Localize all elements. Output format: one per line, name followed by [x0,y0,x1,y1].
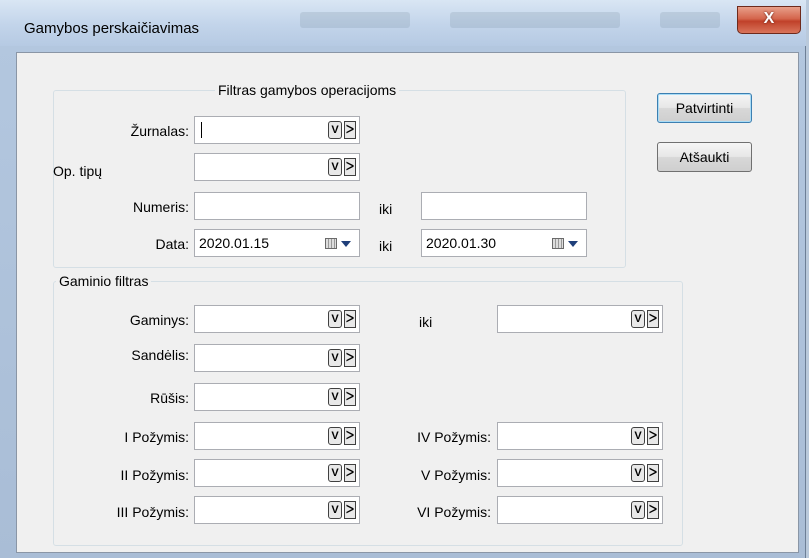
attr3-label: III Požymis: [116,504,189,520]
number-to-label: iki [379,201,393,217]
op-type-combo[interactable]: V ᐳ [194,153,360,181]
next-arrow-icon[interactable]: ᐳ [344,310,356,328]
next-arrow-icon[interactable]: ᐳ [344,121,356,139]
date-to-picker[interactable]: 2020.01.30 [421,229,587,257]
background-ghost [450,12,620,28]
attr2-combo[interactable]: V ᐳ [194,459,360,487]
filter-dropdown-icon[interactable]: V [328,158,342,176]
next-arrow-icon[interactable]: ᐳ [344,388,356,406]
attr1-combo[interactable]: V ᐳ [194,422,360,450]
title-bar[interactable]: Gamybos perskaičiavimas X [0,0,806,46]
warehouse-label: Sandėlis: [131,347,189,363]
type-combo[interactable]: V ᐳ [194,383,360,411]
confirm-button[interactable]: Patvirtinti [657,93,752,123]
filter-dropdown-icon[interactable]: V [631,464,645,482]
attr1-label: I Požymis: [124,429,189,445]
dialog-window: Gamybos perskaičiavimas X Patvirtinti At… [0,0,806,558]
attr5-combo[interactable]: V ᐳ [497,459,663,487]
calendar-icon[interactable] [325,238,337,249]
product-label: Gaminys: [129,312,189,328]
attr2-label: II Požymis: [120,467,189,483]
dialog-client-area: Patvirtinti Atšaukti Filtras gamybos ope… [16,52,799,553]
filter-dropdown-icon[interactable]: V [328,349,342,367]
filter-dropdown-icon[interactable]: V [328,427,342,445]
date-from-value: 2020.01.15 [199,235,270,251]
product-to-label: iki [419,314,433,330]
attr6-combo[interactable]: V ᐳ [497,496,663,524]
attr4-combo[interactable]: V ᐳ [497,422,663,450]
next-arrow-icon[interactable]: ᐳ [344,158,356,176]
attr3-combo[interactable]: V ᐳ [194,496,360,524]
calendar-icon[interactable] [552,238,564,249]
number-to-input[interactable] [421,192,587,220]
date-to-label: iki [379,238,393,254]
chevron-down-icon[interactable] [568,241,578,247]
operations-filter-title: Filtras gamybos operacijoms [215,82,400,98]
filter-dropdown-icon[interactable]: V [328,464,342,482]
product-filter-title: Gaminio filtras [56,273,152,289]
journal-combo[interactable]: V ᐳ [194,116,360,144]
filter-dropdown-icon[interactable]: V [631,427,645,445]
date-from-picker[interactable]: 2020.01.15 [194,229,360,257]
window-title: Gamybos perskaičiavimas [24,20,200,37]
date-label: Data: [155,236,189,252]
op-type-label: Op. tipų [53,163,103,179]
number-label: Numeris: [132,199,189,215]
filter-dropdown-icon[interactable]: V [328,310,342,328]
journal-label: Žurnalas: [130,123,189,139]
close-button[interactable]: X [737,6,801,34]
attr6-label: VI Požymis: [417,504,491,520]
filter-dropdown-icon[interactable]: V [328,501,342,519]
attr5-label: V Požymis: [420,467,491,483]
warehouse-combo[interactable]: V ᐳ [194,344,360,372]
filter-dropdown-icon[interactable]: V [328,121,342,139]
number-from-input[interactable] [194,192,360,220]
attr4-label: IV Požymis: [417,429,491,445]
product-from-combo[interactable]: V ᐳ [194,305,360,333]
next-arrow-icon[interactable]: ᐳ [344,501,356,519]
background-ghost [300,12,410,28]
next-arrow-icon[interactable]: ᐳ [647,310,659,328]
filter-dropdown-icon[interactable]: V [631,501,645,519]
next-arrow-icon[interactable]: ᐳ [344,427,356,445]
next-arrow-icon[interactable]: ᐳ [647,501,659,519]
type-label: Rūšis: [150,390,189,406]
next-arrow-icon[interactable]: ᐳ [647,427,659,445]
background-ghost [660,12,720,28]
text-caret [201,122,202,138]
next-arrow-icon[interactable]: ᐳ [647,464,659,482]
cancel-button[interactable]: Atšaukti [657,142,752,172]
next-arrow-icon[interactable]: ᐳ [344,349,356,367]
filter-dropdown-icon[interactable]: V [631,310,645,328]
chevron-down-icon[interactable] [341,241,351,247]
product-to-combo[interactable]: V ᐳ [497,305,663,333]
next-arrow-icon[interactable]: ᐳ [344,464,356,482]
close-icon: X [763,10,775,27]
filter-dropdown-icon[interactable]: V [328,388,342,406]
date-to-value: 2020.01.30 [426,235,497,251]
